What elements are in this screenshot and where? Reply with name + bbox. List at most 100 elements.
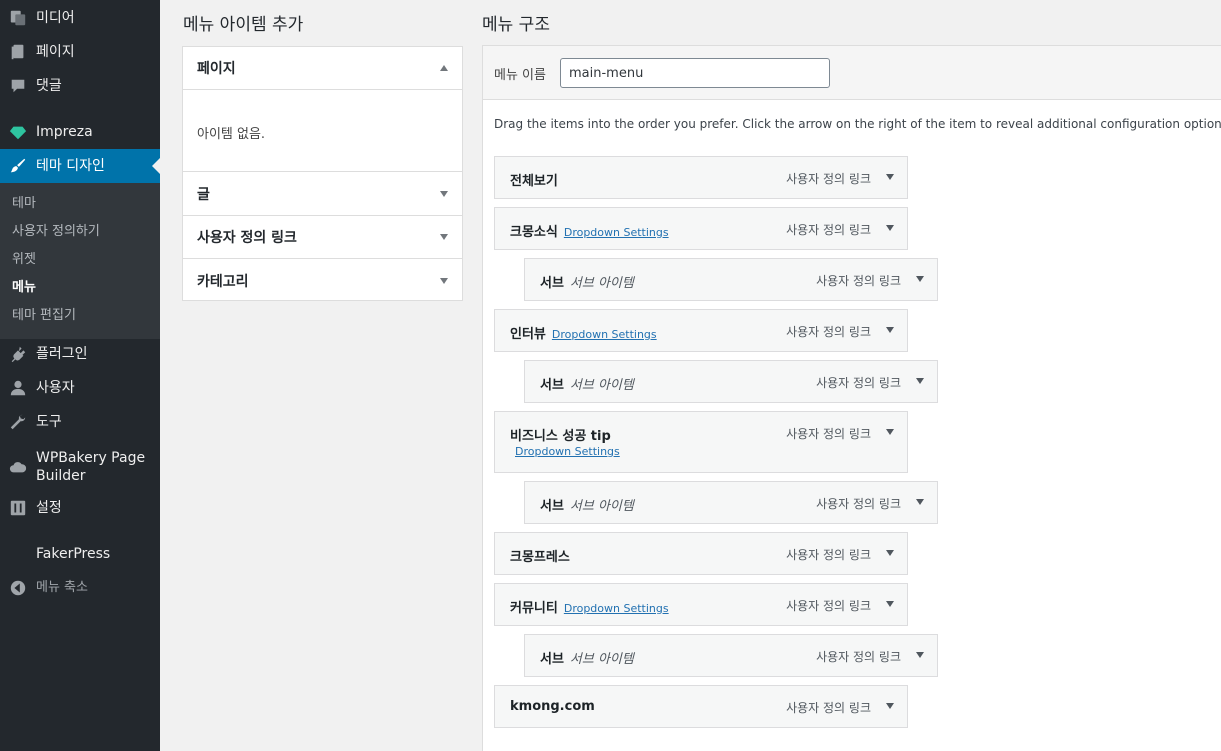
- accordion-label: 페이지: [197, 61, 236, 77]
- item-toggle-arrow-icon[interactable]: [916, 499, 924, 505]
- admin-sidebar: 미디어 페이지 댓글 Impreza 테마 디자인 테마 사용자 정의하기 위젯…: [0, 0, 160, 751]
- menu-item[interactable]: 크몽소식 Dropdown Settings 사용자 정의 링크: [494, 207, 908, 250]
- collapse-menu-button[interactable]: 메뉴 축소: [0, 576, 160, 600]
- sidebar-item-label: 페이지: [36, 44, 75, 60]
- sidebar-item-users[interactable]: 사용자: [0, 376, 160, 400]
- collapse-icon: [0, 579, 36, 597]
- arrow-down-icon: [440, 277, 448, 284]
- menu-name-label: 메뉴 이름: [494, 68, 546, 83]
- menu-item-title-text: 서브: [540, 276, 564, 291]
- sidebar-item-label: 플러그인: [36, 346, 88, 362]
- sidebar-item-tools[interactable]: 도구: [0, 410, 160, 434]
- menu-subitem[interactable]: 서브 서브 아이템 사용자 정의 링크: [524, 258, 938, 301]
- item-toggle-arrow-icon[interactable]: [886, 703, 894, 709]
- menu-item-title: kmong.com: [510, 699, 595, 714]
- dropdown-settings-link[interactable]: Dropdown Settings: [564, 602, 669, 615]
- arrow-down-icon: [440, 191, 448, 197]
- menu-item-type: 사용자 정의 링크: [786, 701, 871, 715]
- menu-item-title: 서브 서브 아이템: [540, 495, 634, 514]
- sidebar-item-appearance[interactable]: 테마 디자인: [0, 149, 160, 183]
- menu-item-title-text: 서브: [540, 652, 564, 667]
- item-toggle-arrow-icon[interactable]: [886, 601, 894, 607]
- submenu-item-widgets[interactable]: 위젯: [12, 251, 36, 269]
- diamond-icon: [0, 123, 36, 141]
- collapse-label: 메뉴 축소: [36, 580, 88, 595]
- menu-item-type: 사용자 정의 링크: [816, 650, 901, 664]
- menu-item-type: 사용자 정의 링크: [786, 223, 871, 237]
- sidebar-item-media[interactable]: 미디어: [0, 6, 160, 30]
- menu-item-title-text: kmong.com: [510, 699, 595, 714]
- dropdown-settings-link[interactable]: Dropdown Settings: [552, 328, 657, 341]
- menu-item-type: 사용자 정의 링크: [786, 548, 871, 562]
- menu-item-title: 서브 서브 아이템: [540, 374, 634, 393]
- accordion-pages[interactable]: 페이지: [183, 47, 462, 90]
- sidebar-item-label: 테마 디자인: [36, 158, 105, 174]
- dropdown-settings-link[interactable]: Dropdown Settings: [564, 226, 669, 239]
- menu-item-title-text: 서브: [540, 378, 564, 393]
- menu-item-title-text: 비즈니스 성공 tip: [510, 429, 611, 444]
- dropdown-settings-link[interactable]: Dropdown Settings: [515, 445, 620, 458]
- arrow-up-icon: [440, 65, 448, 71]
- menu-item[interactable]: 전체보기 사용자 정의 링크: [494, 156, 908, 199]
- submenu-item-themes[interactable]: 테마: [12, 195, 36, 213]
- menu-item-title: 전체보기: [510, 170, 558, 189]
- comment-icon: [0, 77, 36, 95]
- sidebar-item-pages[interactable]: 페이지: [0, 40, 160, 64]
- menu-item[interactable]: kmong.com 사용자 정의 링크: [494, 685, 908, 728]
- menu-item[interactable]: 인터뷰 Dropdown Settings 사용자 정의 링크: [494, 309, 908, 352]
- item-toggle-arrow-icon[interactable]: [886, 550, 894, 556]
- menu-item-title: 비즈니스 성공 tip: [510, 425, 611, 444]
- menu-subitem[interactable]: 서브 서브 아이템 사용자 정의 링크: [524, 481, 938, 524]
- sidebar-item-comments[interactable]: 댓글: [0, 74, 160, 98]
- menu-item-title: 커뮤니티 Dropdown Settings: [510, 597, 669, 616]
- item-toggle-arrow-icon[interactable]: [886, 225, 894, 231]
- menu-item-title: 크몽소식 Dropdown Settings: [510, 221, 669, 240]
- sidebar-item-label: 미디어: [36, 10, 75, 26]
- media-icon: [0, 9, 36, 27]
- accordion-posts[interactable]: 글: [183, 173, 462, 216]
- accordion-categories[interactable]: 카테고리: [183, 259, 462, 302]
- menu-name-bar: 메뉴 이름: [483, 46, 1221, 100]
- menu-item-title: 인터뷰 Dropdown Settings: [510, 323, 657, 342]
- menu-name-input[interactable]: [560, 58, 830, 88]
- sidebar-item-settings[interactable]: 설정: [0, 496, 160, 520]
- sidebar-item-wpbakery[interactable]: WPBakery Page Builder: [0, 448, 160, 486]
- submenu-item-customize[interactable]: 사용자 정의하기: [12, 223, 100, 241]
- menu-item-title-text: 크몽프레스: [510, 550, 570, 565]
- sidebar-item-label: 사용자: [36, 380, 75, 396]
- menu-item[interactable]: 비즈니스 성공 tip Dropdown Settings 사용자 정의 링크: [494, 411, 908, 473]
- menu-item-title-text: 서브: [540, 499, 564, 514]
- item-toggle-arrow-icon[interactable]: [916, 652, 924, 658]
- menu-item-type: 사용자 정의 링크: [786, 427, 871, 441]
- item-toggle-arrow-icon[interactable]: [886, 327, 894, 333]
- item-toggle-arrow-icon[interactable]: [886, 429, 894, 435]
- menu-item-type: 사용자 정의 링크: [786, 599, 871, 613]
- menu-item-title: 서브 서브 아이템: [540, 272, 634, 291]
- submenu-item-menus[interactable]: 메뉴: [12, 279, 36, 297]
- sidebar-item-label: 댓글: [36, 78, 62, 94]
- sidebar-item-label: 도구: [36, 414, 62, 430]
- item-toggle-arrow-icon[interactable]: [916, 276, 924, 282]
- menu-structure-title: 메뉴 구조: [482, 15, 550, 35]
- item-toggle-arrow-icon[interactable]: [886, 174, 894, 180]
- menu-item-title-text: 전체보기: [510, 174, 558, 189]
- sidebar-item-impreza[interactable]: Impreza: [0, 120, 160, 144]
- paintbrush-icon: [0, 157, 36, 175]
- menu-item[interactable]: 크몽프레스 사용자 정의 링크: [494, 532, 908, 575]
- accordion-label: 글: [197, 187, 210, 203]
- sidebar-item-label: WPBakery Page Builder: [36, 450, 146, 484]
- accordion-custom-links[interactable]: 사용자 정의 링크: [183, 216, 462, 259]
- menu-subitem[interactable]: 서브 서브 아이템 사용자 정의 링크: [524, 634, 938, 677]
- menu-subitem[interactable]: 서브 서브 아이템 사용자 정의 링크: [524, 360, 938, 403]
- menu-item[interactable]: 커뮤니티 Dropdown Settings 사용자 정의 링크: [494, 583, 908, 626]
- empty-message: 아이템 없음.: [197, 127, 266, 142]
- item-toggle-arrow-icon[interactable]: [916, 378, 924, 384]
- sidebar-item-label: FakerPress: [36, 546, 111, 562]
- menu-item-title: 서브 서브 아이템: [540, 648, 634, 667]
- submenu-item-theme-editor[interactable]: 테마 편집기: [12, 307, 76, 325]
- sidebar-item-label: Impreza: [36, 124, 93, 140]
- sidebar-item-plugins[interactable]: 플러그인: [0, 342, 160, 366]
- menu-item-subtitle: 서브 아이템: [569, 378, 634, 393]
- menu-item-type: 사용자 정의 링크: [816, 274, 901, 288]
- sidebar-item-fakerpress[interactable]: FakerPress: [0, 542, 160, 566]
